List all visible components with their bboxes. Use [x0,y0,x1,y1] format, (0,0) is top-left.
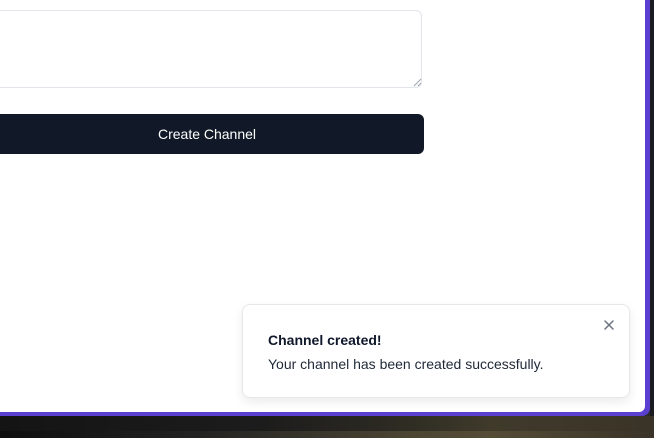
resize-grip-icon[interactable] [412,77,422,87]
desktop-strip [0,431,654,438]
create-channel-button[interactable]: Create Channel [0,114,424,154]
window-edge [650,0,654,416]
toast-title: Channel created! [268,332,382,348]
desktop-background [0,416,654,438]
close-icon [604,320,614,330]
window-frame: Create Channel Channel created! Your cha… [0,0,650,416]
toast-notification: Channel created! Your channel has been c… [242,304,630,398]
app-content: Create Channel Channel created! Your cha… [0,0,645,412]
toast-description: Your channel has been created successful… [268,356,544,372]
channel-description-field[interactable] [0,10,422,88]
toast-close-button[interactable] [601,317,617,333]
